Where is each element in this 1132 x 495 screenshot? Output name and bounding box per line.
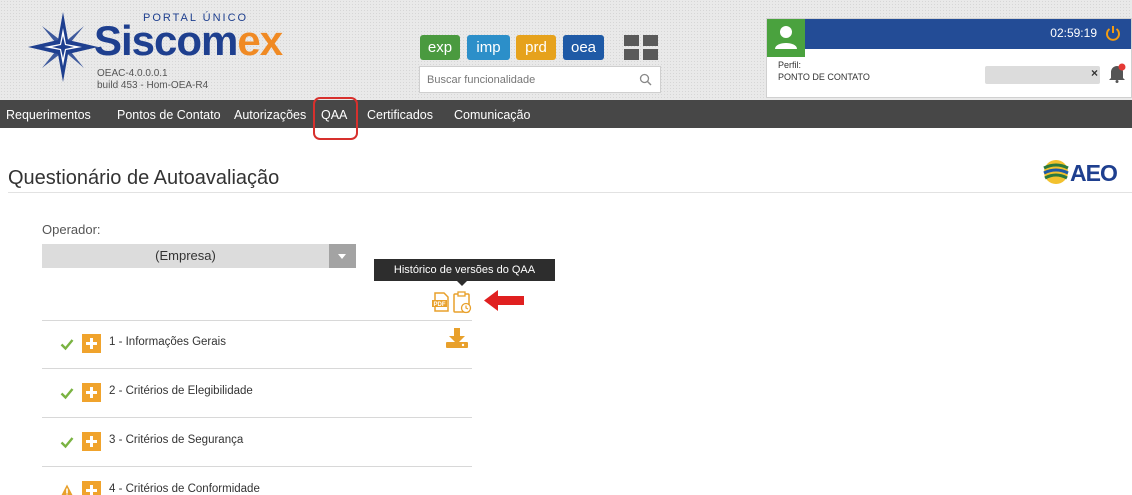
section-criterios-seguranca[interactable]: 3 - Critérios de Segurança [42, 418, 472, 467]
menu-item-pontos-de-contato[interactable]: Pontos de Contato [117, 100, 221, 128]
expand-plus-icon[interactable] [82, 383, 101, 402]
user-avatar-icon[interactable] [767, 19, 805, 57]
section-informacoes-gerais[interactable]: 1 - Informações Gerais [42, 320, 472, 369]
expand-plus-icon[interactable] [82, 334, 101, 353]
page-title: Questionário de Autoavaliação [8, 167, 280, 189]
check-icon [60, 437, 74, 449]
section-label: 2 - Critérios de Elegibilidade [109, 385, 253, 397]
session-clock: 02:59:19 [1050, 26, 1097, 40]
main-menu: Requerimentos Pontos de Contato Autoriza… [0, 100, 1132, 128]
section-criterios-conformidade[interactable]: 4 - Critérios de Conformidade [42, 467, 472, 495]
page-root: PORTAL ÚNICO Siscomex OEAC-4.0.0.0.1 bui… [0, 0, 1132, 495]
app-button-prd[interactable]: prd [516, 35, 556, 60]
version-label: OEAC-4.0.0.0.1 [97, 68, 168, 79]
download-icon[interactable] [445, 327, 469, 349]
svg-text:PDF: PDF [434, 302, 446, 308]
search-input[interactable] [427, 67, 627, 92]
aeo-logo-text: AEO [1070, 160, 1117, 186]
section-label: 1 - Informações Gerais [109, 336, 226, 348]
perfil-value: PONTO DE CONTATO [778, 72, 870, 82]
perfil-clear-button[interactable]: × [1091, 66, 1098, 80]
siscomex-logo-text[interactable]: Siscomex [94, 17, 283, 64]
power-icon[interactable] [1105, 25, 1121, 41]
warning-icon [61, 484, 73, 495]
check-icon [60, 388, 74, 400]
app-button-imp[interactable]: imp [467, 35, 510, 60]
section-label: 4 - Critérios de Conformidade [109, 483, 260, 495]
perfil-label: Perfil: [778, 60, 802, 70]
arrow-annotation-icon [484, 290, 524, 311]
pdf-icon[interactable]: PDF [431, 292, 451, 312]
section-criterios-elegibilidade[interactable]: 2 - Critérios de Elegibilidade [42, 369, 472, 418]
aeo-logo: AEO [1043, 160, 1118, 186]
version-history-icon[interactable] [452, 290, 472, 314]
logo-text-main: Siscom [94, 17, 238, 64]
operador-select[interactable]: (Empresa) [42, 244, 356, 268]
chevron-down-icon[interactable] [329, 244, 356, 268]
tooltip-pointer [457, 281, 467, 286]
logo-text-accent: ex [237, 17, 283, 64]
user-panel: 02:59:19 Perfil: PONTO DE CONTATO × [766, 18, 1132, 98]
notification-bell-icon[interactable] [1108, 63, 1126, 83]
perfil-select[interactable] [985, 66, 1100, 84]
check-icon [60, 339, 74, 351]
menu-item-autorizacoes[interactable]: Autorizações [234, 100, 306, 128]
user-bar: 02:59:19 [767, 19, 1131, 57]
operador-value: (Empresa) [155, 248, 216, 263]
search-box[interactable] [419, 66, 661, 93]
app-button-oea[interactable]: oea [563, 35, 604, 60]
header: PORTAL ÚNICO Siscomex OEAC-4.0.0.0.1 bui… [0, 0, 1132, 100]
operador-label: Operador: [42, 222, 101, 237]
historico-tooltip: Histórico de versões do QAA [374, 259, 555, 281]
siscomex-star-icon [28, 12, 98, 82]
expand-plus-icon[interactable] [82, 432, 101, 451]
app-button-exp[interactable]: exp [420, 35, 460, 60]
section-label: 3 - Critérios de Segurança [109, 434, 244, 446]
title-divider [8, 192, 1132, 193]
menu-item-requerimentos[interactable]: Requerimentos [6, 100, 91, 128]
qaa-highlight-annotation [313, 97, 358, 140]
menu-item-certificados[interactable]: Certificados [367, 100, 433, 128]
search-icon[interactable] [639, 73, 652, 86]
apps-grid-icon[interactable] [624, 35, 658, 61]
build-label: build 453 - Hom-OEA-R4 [97, 80, 209, 91]
menu-item-comunicacao[interactable]: Comunicação [454, 100, 530, 128]
expand-plus-icon[interactable] [82, 481, 101, 495]
